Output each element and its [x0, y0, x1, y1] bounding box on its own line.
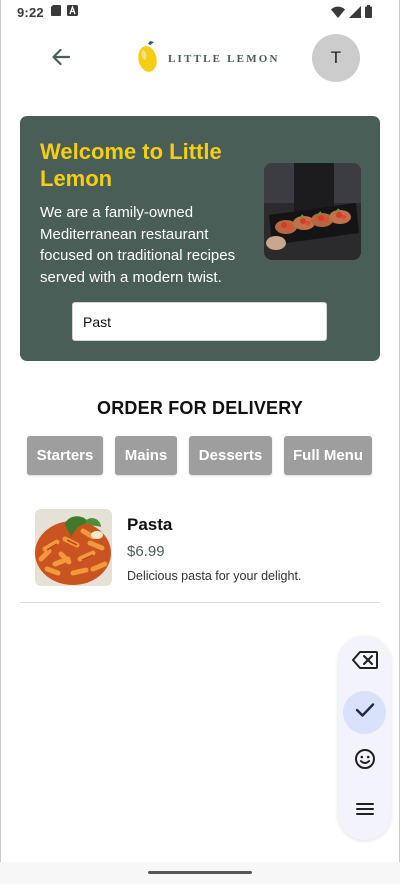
menu-item-price: $6.99 — [127, 543, 165, 560]
menu-icon — [355, 801, 375, 822]
logo-text: LITTLE LEMON — [168, 53, 280, 65]
signal-icon — [349, 5, 361, 23]
status-left-icons — [50, 3, 78, 21]
menu-item-pasta[interactable]: Pasta $6.99 Delicious pasta for your del… — [20, 505, 380, 603]
frame-left-edge — [0, 0, 1, 884]
sd-card-icon — [50, 3, 61, 21]
emoji-button[interactable] — [343, 740, 386, 783]
lemon-icon — [136, 40, 160, 79]
hero-food-image — [264, 163, 361, 260]
order-section-title: ORDER FOR DELIVERY — [97, 398, 303, 418]
check-icon — [355, 702, 375, 723]
category-starters-button[interactable]: Starters — [27, 436, 103, 475]
little-lemon-logo: LITTLE LEMON — [136, 40, 280, 79]
hero-description: We are a family-owned Mediterranean rest… — [40, 204, 236, 286]
wifi-icon — [331, 5, 345, 23]
status-right-icons — [331, 5, 372, 23]
category-filters: Starters Mains Desserts Full Menu — [27, 436, 372, 475]
status-bar: 9:22 — [0, 0, 400, 24]
app-header: LITTLE LEMON T — [0, 32, 400, 84]
gesture-handle[interactable] — [148, 871, 252, 874]
category-full-menu-button[interactable]: Full Menu — [284, 436, 372, 475]
back-button[interactable] — [44, 42, 78, 76]
profile-avatar[interactable]: T — [312, 34, 360, 82]
hero-title: Welcome to Little Lemon — [40, 139, 222, 191]
emoji-icon — [354, 748, 376, 775]
notification-a-icon — [66, 3, 78, 21]
category-desserts-button[interactable]: Desserts — [189, 436, 272, 475]
hero-banner: Welcome to Little Lemon We are a family-… — [20, 116, 380, 361]
category-mains-button[interactable]: Mains — [115, 436, 177, 475]
status-time: 9:22 — [17, 4, 44, 20]
menu-item-description: Delicious pasta for your delight. — [127, 569, 302, 583]
search-input[interactable] — [72, 302, 327, 341]
arrow-left-icon — [51, 48, 71, 71]
menu-item-name: Pasta — [127, 515, 173, 534]
keyboard-toolbar — [338, 636, 391, 840]
confirm-button[interactable] — [343, 691, 386, 734]
backspace-icon — [351, 651, 378, 674]
avatar-initial: T — [330, 48, 342, 67]
toolbar-menu-button[interactable] — [343, 790, 386, 833]
backspace-button[interactable] — [343, 641, 386, 684]
battery-icon — [365, 5, 372, 23]
pasta-image — [35, 509, 112, 586]
